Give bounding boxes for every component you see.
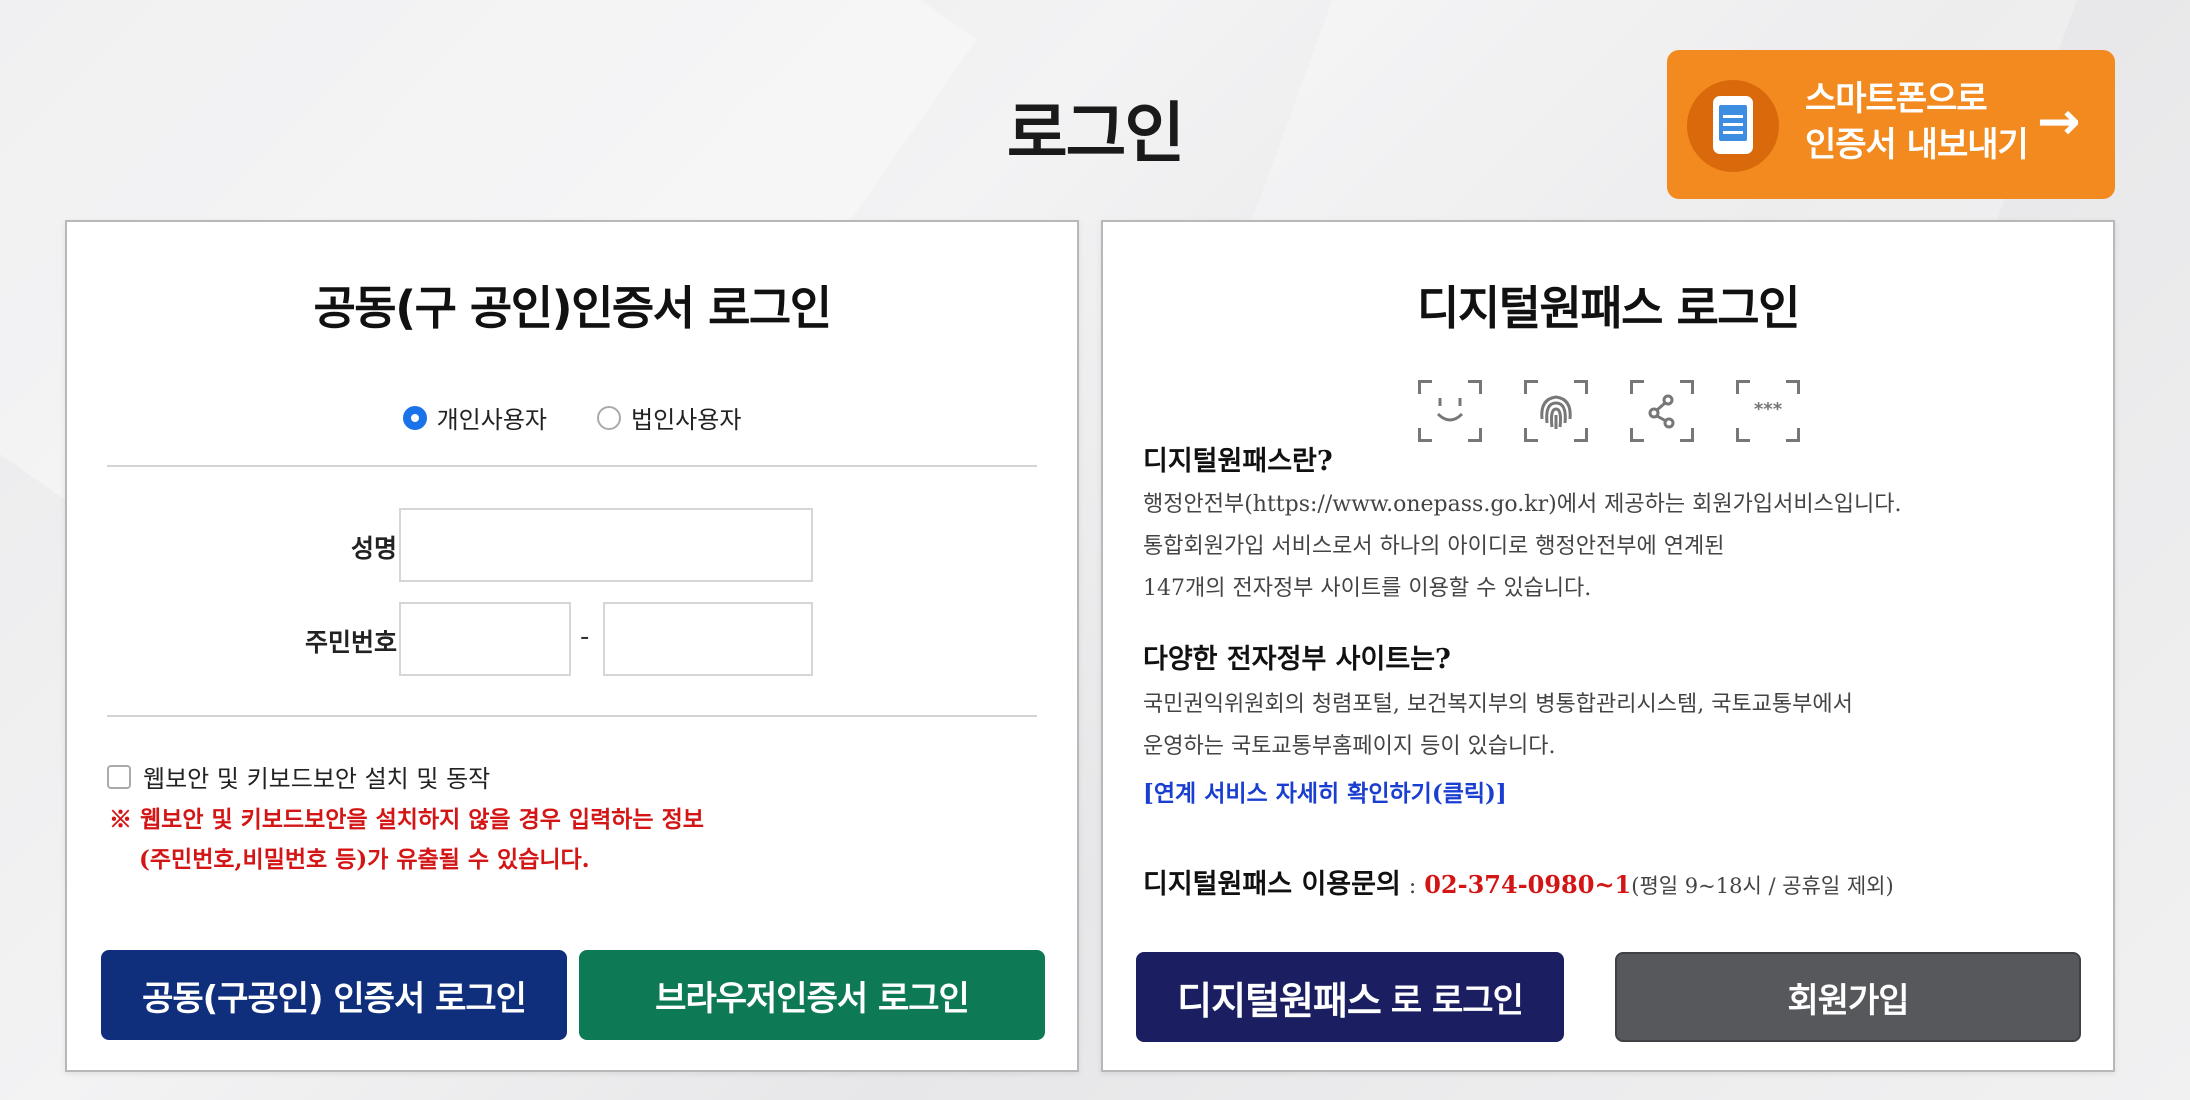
onepass-what-heading: 디지털원패스란? (1143, 446, 1333, 477)
radio-unchecked-icon[interactable] (597, 405, 621, 430)
onepass-desc-line2: 통합회원가입 서비스로서 하나의 아이디로 행정안전부에 연계된 (1143, 534, 1725, 559)
rrn-front-input[interactable] (399, 602, 571, 676)
onepass-desc-line3: 147개의 전자정부 사이트를 이용할 수 있습니다. (1143, 576, 1592, 601)
onepass-desc-line1: 행정안전부(https://www.onepass.go.kr)에서 제공하는 … (1143, 492, 1902, 517)
contact-hours: (평일 9~18시 / 공휴일 제외) (1631, 874, 1894, 898)
radio-personal-user[interactable]: 개인사용자 (402, 400, 547, 435)
onepass-login-panel: 디지털원패스 로그인 *** 디지털원패스란? 행정안전부(https://ww… (1101, 220, 2115, 1072)
smartphone-icon (1713, 96, 1753, 154)
face-scan-icon (1418, 380, 1482, 442)
browser-cert-login-button[interactable]: 브라우저인증서 로그인 (579, 950, 1045, 1040)
radio-corporate-user[interactable]: 법인사용자 (597, 400, 741, 435)
cert-login-panel: 공동(구 공인)인증서 로그인 개인사용자 법인사용자 성명 주민번호 - 웹보… (65, 220, 1079, 1072)
rrn-label: 주민번호 (304, 628, 397, 657)
security-checkbox-label: 웹보안 및 키보드보안 설치 및 동작 (143, 765, 491, 793)
contact-separator: : (1408, 874, 1417, 899)
security-install-option[interactable]: 웹보안 및 키보드보안 설치 및 동작 (107, 759, 490, 794)
onepass-contact: 디지털원패스 이용문의 : 02-374-0980~1 (평일 9~18시 / … (1143, 862, 1894, 901)
cert-panel-title: 공동(구 공인)인증서 로그인 (313, 281, 832, 335)
contact-phone: 02-374-0980~1 (1424, 870, 1632, 899)
onepass-login-text: 로 로그인 (1390, 980, 1524, 1021)
smart-button-line1: 스마트폰으로 (1805, 79, 1988, 119)
onepass-panel-title: 디지털원패스 로그인 (1417, 281, 1800, 335)
linked-services-link[interactable]: [연계 서비스 자세히 확인하기(클릭)] (1143, 774, 1507, 808)
arrow-right-icon: → (2037, 92, 2081, 152)
sites-desc-line2: 운영하는 국토교통부홈페이지 등이 있습니다. (1143, 734, 1556, 759)
onepass-login-button[interactable]: 디지털원패스 로 로그인 (1136, 952, 1564, 1042)
security-warning-line1: ※ 웹보안 및 키보드보안을 설치하지 않을 경우 입력하는 정보 (109, 806, 704, 833)
security-checkbox[interactable] (107, 764, 131, 789)
divider (107, 715, 1037, 717)
radio-personal-label: 개인사용자 (436, 406, 547, 434)
security-warning-line2: (주민번호,비밀번호 등)가 유출될 수 있습니다. (139, 846, 590, 873)
divider (107, 465, 1037, 467)
contact-label: 디지털원패스 이용문의 (1143, 869, 1401, 900)
radio-checked-icon[interactable] (402, 405, 427, 430)
biometric-icons: *** (1418, 380, 1800, 442)
rrn-dash: - (580, 622, 590, 652)
smart-button-line2: 인증서 내보내기 (1805, 125, 2029, 165)
joint-cert-login-button[interactable]: 공동(구공인) 인증서 로그인 (101, 950, 567, 1040)
onepass-brand-text: 디지털원패스 (1177, 978, 1382, 1023)
svg-text:***: *** (1754, 401, 1783, 420)
sites-heading: 다양한 전자정부 사이트는? (1143, 644, 1451, 675)
fingerprint-scan-icon (1524, 380, 1588, 442)
pin-scan-icon: *** (1736, 380, 1800, 442)
rrn-back-input[interactable] (603, 602, 813, 676)
sites-desc-line1: 국민권익위원회의 청렴포털, 보건복지부의 병통합관리시스템, 국토교통부에서 (1143, 692, 1853, 717)
signup-button[interactable]: 회원가입 (1615, 952, 2081, 1042)
radio-corporate-label: 법인사용자 (631, 406, 742, 434)
name-input[interactable] (399, 508, 813, 582)
name-label: 성명 (350, 534, 397, 563)
pattern-scan-icon (1630, 380, 1694, 442)
export-cert-to-smartphone-button[interactable]: 스마트폰으로 인증서 내보내기 → (1667, 50, 2115, 199)
user-type-radio-group: 개인사용자 법인사용자 (67, 400, 1077, 435)
